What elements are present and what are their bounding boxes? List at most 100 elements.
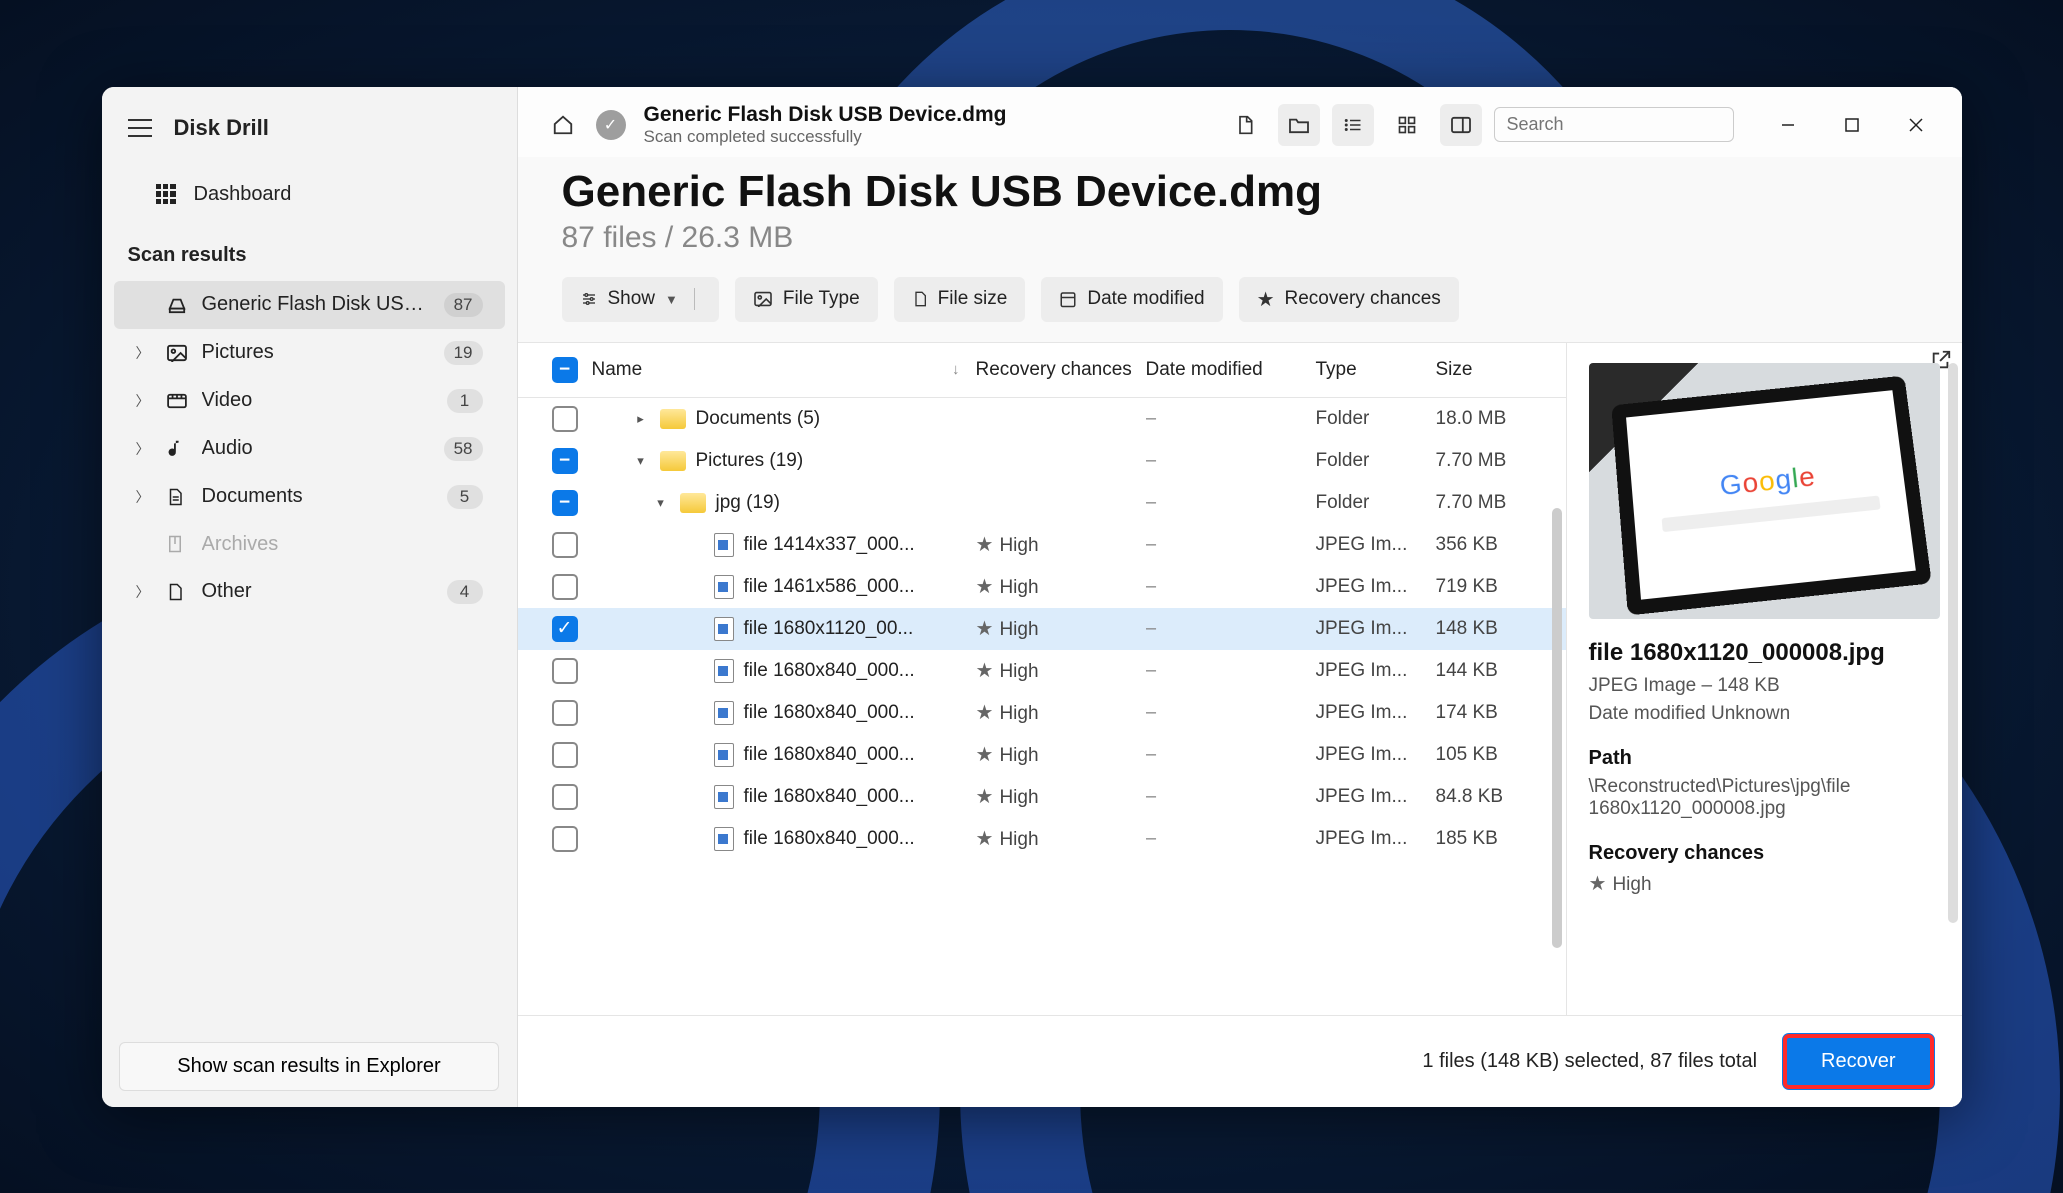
row-checkbox[interactable] (552, 658, 578, 684)
date-cell: – (1146, 702, 1316, 724)
count-badge: 1 (447, 389, 483, 413)
file-icon (714, 701, 734, 725)
recover-button[interactable]: Recover (1783, 1034, 1933, 1089)
col-size[interactable]: Size (1436, 359, 1546, 381)
date-cell: – (1146, 660, 1316, 682)
row-checkbox[interactable] (552, 742, 578, 768)
other-icon (166, 581, 188, 603)
sidebar-item-image[interactable]: 〉Pictures19 (114, 329, 505, 377)
table-row[interactable]: −▾jpg (19)–Folder7.70 MB (518, 482, 1566, 524)
row-checkbox[interactable]: − (552, 448, 578, 474)
sidebar: Disk Drill Dashboard Scan results 〉Gener… (102, 87, 518, 1107)
search-box[interactable] (1494, 107, 1734, 142)
star-icon: ★ (1257, 287, 1275, 312)
table-row[interactable]: ▸Documents (5)–Folder18.0 MB (518, 398, 1566, 440)
file-name: jpg (19) (716, 492, 780, 514)
new-file-icon[interactable] (1224, 104, 1266, 146)
file-icon (912, 289, 928, 309)
topbar-title: Generic Flash Disk USB Device.dmg (644, 103, 1007, 127)
row-checkbox[interactable] (552, 700, 578, 726)
row-checkbox[interactable] (552, 532, 578, 558)
sidebar-item-video[interactable]: 〉Video1 (114, 377, 505, 425)
sidebar-item-drive[interactable]: 〉Generic Flash Disk USB D...87 (114, 281, 505, 329)
table-row[interactable]: file 1680x840_000...★High–JPEG Im...144 … (518, 650, 1566, 692)
panel-toggle-icon[interactable] (1440, 104, 1482, 146)
preview-chances-label: Recovery chances (1589, 842, 1940, 865)
filter-file-type[interactable]: File Type (735, 277, 878, 322)
table-row[interactable]: file 1680x840_000...★High–JPEG Im...174 … (518, 692, 1566, 734)
minimize-icon[interactable] (1774, 111, 1802, 139)
row-checkbox[interactable]: − (552, 490, 578, 516)
scrollbar[interactable] (1552, 508, 1562, 948)
list-view-icon[interactable] (1332, 104, 1374, 146)
size-cell: 18.0 MB (1436, 408, 1546, 430)
file-name: file 1461x586_000... (744, 576, 915, 598)
row-checkbox[interactable] (552, 574, 578, 600)
date-cell: – (1146, 450, 1316, 472)
filter-show[interactable]: Show ▼ (562, 277, 719, 322)
type-cell: Folder (1316, 408, 1436, 430)
table-row[interactable]: file 1680x840_000...★High–JPEG Im...84.8… (518, 776, 1566, 818)
search-input[interactable] (1507, 114, 1739, 135)
sidebar-item-audio[interactable]: 〉Audio58 (114, 425, 505, 473)
preview-scrollbar[interactable] (1948, 363, 1958, 923)
filter-date-modified[interactable]: Date modified (1041, 277, 1222, 322)
folder-icon (660, 409, 686, 429)
sidebar-item-doc[interactable]: 〉Documents5 (114, 473, 505, 521)
col-date[interactable]: Date modified (1146, 359, 1316, 381)
count-badge: 5 (447, 485, 483, 509)
preview-path: \Reconstructed\Pictures\jpg\file 1680x11… (1589, 776, 1940, 820)
row-checkbox[interactable] (552, 784, 578, 810)
sort-arrow-icon[interactable]: ↓ (952, 361, 960, 378)
expand-icon[interactable]: ▾ (632, 453, 650, 469)
home-icon[interactable] (542, 104, 584, 146)
table-row[interactable]: file 1680x840_000...★High–JPEG Im...185 … (518, 818, 1566, 860)
row-checkbox[interactable] (552, 406, 578, 432)
filter-recovery-chances[interactable]: ★ Recovery chances (1239, 277, 1459, 322)
topbar: ✓ Generic Flash Disk USB Device.dmg Scan… (518, 87, 1962, 157)
file-icon (714, 617, 734, 641)
sidebar-item-label: Audio (202, 437, 430, 460)
sidebar-item-label: Video (202, 389, 433, 412)
star-icon: ★ (976, 618, 994, 640)
folder-view-icon[interactable] (1278, 104, 1320, 146)
expand-icon[interactable]: ▾ (652, 495, 670, 511)
doc-icon (166, 486, 188, 508)
table-row[interactable]: file 1680x840_000...★High–JPEG Im...105 … (518, 734, 1566, 776)
col-recovery[interactable]: Recovery chances (976, 359, 1146, 381)
expand-icon[interactable]: ▸ (632, 411, 650, 427)
filter-file-size[interactable]: File size (894, 277, 1026, 322)
col-type[interactable]: Type (1316, 359, 1436, 381)
file-icon (714, 659, 734, 683)
type-cell: JPEG Im... (1316, 702, 1436, 724)
table-row[interactable]: ✓file 1680x1120_00...★High–JPEG Im...148… (518, 608, 1566, 650)
preview-date: Date modified Unknown (1589, 703, 1940, 725)
sidebar-item-label: Pictures (202, 341, 430, 364)
header-checkbox[interactable]: − (552, 357, 578, 383)
grid-view-icon[interactable] (1386, 104, 1428, 146)
recovery-cell: ★High (976, 700, 1146, 725)
date-cell: – (1146, 744, 1316, 766)
table-row[interactable]: −▾Pictures (19)–Folder7.70 MB (518, 440, 1566, 482)
date-cell: – (1146, 408, 1316, 430)
maximize-icon[interactable] (1838, 111, 1866, 139)
show-in-explorer-button[interactable]: Show scan results in Explorer (119, 1042, 499, 1091)
col-name[interactable]: Name (592, 359, 643, 381)
star-icon: ★ (976, 660, 994, 682)
hamburger-icon[interactable] (128, 119, 152, 137)
row-checkbox[interactable] (552, 826, 578, 852)
sidebar-dashboard[interactable]: Dashboard (102, 169, 517, 220)
dashboard-label: Dashboard (194, 183, 292, 206)
table-row[interactable]: file 1414x337_000...★High–JPEG Im...356 … (518, 524, 1566, 566)
file-icon (714, 827, 734, 851)
star-icon: ★ (976, 786, 994, 808)
recovery-cell: ★High (976, 574, 1146, 599)
size-cell: 719 KB (1436, 576, 1546, 598)
close-icon[interactable] (1902, 111, 1930, 139)
chevron-right-icon: 〉 (136, 439, 152, 459)
table-row[interactable]: file 1461x586_000...★High–JPEG Im...719 … (518, 566, 1566, 608)
main-panel: ✓ Generic Flash Disk USB Device.dmg Scan… (518, 87, 1962, 1107)
chevron-right-icon: 〉 (136, 343, 152, 363)
sidebar-item-other[interactable]: 〉Other4 (114, 568, 505, 616)
row-checkbox[interactable]: ✓ (552, 616, 578, 642)
